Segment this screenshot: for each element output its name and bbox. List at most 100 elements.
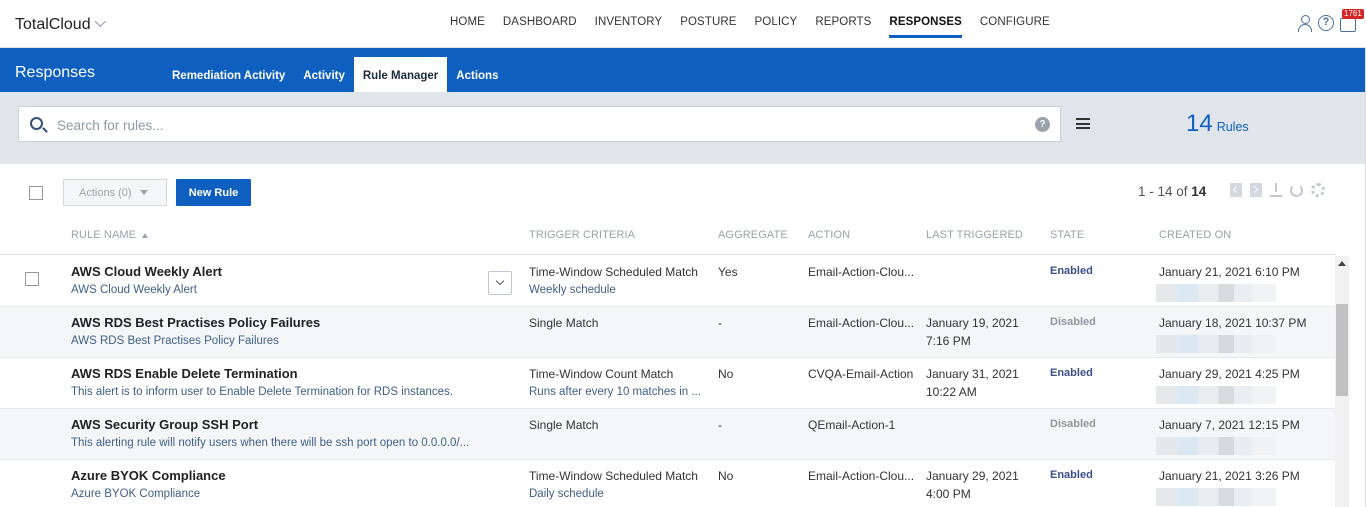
table-row[interactable]: AWS RDS Enable Delete Termination This a… xyxy=(0,358,1335,409)
table-row[interactable]: AWS RDS Best Practises Policy Failures A… xyxy=(0,307,1335,358)
state-badge: Disabled xyxy=(1050,418,1096,430)
table-body: AWS Cloud Weekly Alert AWS Cloud Weekly … xyxy=(0,256,1335,507)
scroll-up-icon[interactable] xyxy=(1338,261,1346,266)
col-rule-name[interactable]: RULE NAME xyxy=(71,229,149,241)
notification-badge: 1761 xyxy=(1342,9,1364,19)
rule-description: Azure BYOK Compliance xyxy=(71,488,201,500)
last-triggered-date: January 31, 2021 xyxy=(926,367,1019,381)
trigger-detail: Runs after every 10 matches in ... xyxy=(529,386,701,398)
col-state[interactable]: STATE xyxy=(1050,229,1084,241)
trigger-detail: Daily schedule xyxy=(529,488,604,500)
col-created-on[interactable]: CREATED ON xyxy=(1159,229,1231,241)
action: QEmail-Action-1 xyxy=(808,418,896,432)
search-input[interactable] xyxy=(57,115,1017,135)
rule-description: This alert is to inform user to Enable D… xyxy=(71,386,454,398)
section-tabs: Remediation Activity Activity Rule Manag… xyxy=(163,57,507,92)
rule-description: This alerting rule will notify users whe… xyxy=(71,437,470,449)
nav-responses[interactable]: RESPONSES xyxy=(880,0,970,48)
scroll-thumb[interactable] xyxy=(1336,304,1348,396)
actions-dropdown[interactable]: Actions (0) xyxy=(63,179,167,206)
rule-name[interactable]: Azure BYOK Compliance xyxy=(71,467,226,485)
tab-remediation-activity[interactable]: Remediation Activity xyxy=(163,57,294,92)
search-box: ? xyxy=(18,106,1061,142)
last-triggered-date: January 19, 2021 xyxy=(926,316,1019,330)
table-row[interactable]: Azure BYOK Compliance Azure BYOK Complia… xyxy=(0,460,1335,507)
action: CVQA-Email-Action xyxy=(808,367,914,381)
nav-configure[interactable]: CONFIGURE xyxy=(971,0,1059,48)
table-row[interactable]: AWS Security Group SSH Port This alertin… xyxy=(0,409,1335,460)
search-icon xyxy=(30,117,43,130)
row-expand-button[interactable] xyxy=(488,271,512,295)
search-help-icon[interactable]: ? xyxy=(1035,117,1050,132)
pagination-controls xyxy=(1230,183,1325,197)
nav-reports[interactable]: REPORTS xyxy=(806,0,880,48)
chevron-down-icon xyxy=(94,15,106,28)
gear-icon[interactable] xyxy=(1311,183,1325,197)
rule-name[interactable]: AWS Security Group SSH Port xyxy=(71,416,258,434)
aggregate: Yes xyxy=(718,265,738,279)
top-icons: ? 1761 xyxy=(1298,9,1364,32)
row-checkbox[interactable] xyxy=(25,272,39,286)
rule-name[interactable]: AWS RDS Enable Delete Termination xyxy=(71,365,298,383)
notification-icon[interactable]: 1761 xyxy=(1340,9,1364,32)
brand-menu[interactable]: TotalCloud xyxy=(15,15,106,34)
trigger-criteria: Time-Window Scheduled Match xyxy=(529,469,698,483)
last-triggered-time: 7:16 PM xyxy=(926,334,971,348)
prev-page-icon[interactable] xyxy=(1230,183,1242,197)
section-header: Responses Remediation Activity Activity … xyxy=(0,48,1366,92)
help-icon[interactable]: ? xyxy=(1318,15,1334,31)
rule-description: AWS Cloud Weekly Alert xyxy=(71,284,197,296)
nav-inventory[interactable]: INVENTORY xyxy=(586,0,672,48)
rule-count-number: 14 xyxy=(1186,110,1213,137)
col-last-triggered[interactable]: LAST TRIGGERED xyxy=(926,229,1023,241)
user-icon[interactable] xyxy=(1298,14,1312,32)
nav-posture[interactable]: POSTURE xyxy=(671,0,745,48)
redacted-creator xyxy=(1156,335,1276,353)
select-all-checkbox[interactable] xyxy=(29,186,43,200)
rule-count: 14 Rules xyxy=(1186,110,1249,138)
col-trigger-criteria[interactable]: TRIGGER CRITERIA xyxy=(529,229,635,241)
trigger-criteria: Single Match xyxy=(529,418,599,432)
state-badge: Enabled xyxy=(1050,469,1093,481)
trigger-criteria: Time-Window Scheduled Match xyxy=(529,265,698,279)
nav-policy[interactable]: POLICY xyxy=(746,0,807,48)
next-page-icon[interactable] xyxy=(1250,183,1262,197)
trigger-criteria: Single Match xyxy=(529,316,599,330)
created-on: January 7, 2021 12:15 PM xyxy=(1159,418,1300,432)
col-action[interactable]: ACTION xyxy=(808,229,850,241)
created-on: January 29, 2021 4:25 PM xyxy=(1159,367,1300,381)
aggregate: - xyxy=(718,418,722,432)
refresh-icon[interactable] xyxy=(1290,183,1303,197)
table-scrollbar[interactable] xyxy=(1335,256,1349,507)
tab-activity[interactable]: Activity xyxy=(294,57,354,92)
main-nav: HOME DASHBOARD INVENTORY POSTURE POLICY … xyxy=(441,0,1059,48)
rule-count-label: Rules xyxy=(1216,120,1249,134)
trigger-detail: Weekly schedule xyxy=(529,284,616,296)
brand-name: TotalCloud xyxy=(15,16,91,33)
rule-name[interactable]: AWS Cloud Weekly Alert xyxy=(71,263,222,281)
rule-description: AWS RDS Best Practises Policy Failures xyxy=(71,335,279,347)
hamburger-menu-icon[interactable] xyxy=(1076,118,1090,129)
last-triggered-time: 4:00 PM xyxy=(926,487,971,501)
table-header: RULE NAME TRIGGER CRITERIA AGGREGATE ACT… xyxy=(0,220,1335,255)
actions-label: Actions (0) xyxy=(79,186,132,199)
col-aggregate[interactable]: AGGREGATE xyxy=(718,229,788,241)
section-title: Responses xyxy=(15,64,96,81)
nav-dashboard[interactable]: DASHBOARD xyxy=(494,0,586,48)
download-icon[interactable] xyxy=(1270,183,1282,197)
rule-name[interactable]: AWS RDS Best Practises Policy Failures xyxy=(71,314,320,332)
redacted-creator xyxy=(1156,386,1276,404)
redacted-creator xyxy=(1156,488,1276,506)
redacted-creator xyxy=(1156,284,1276,302)
table-row[interactable]: AWS Cloud Weekly Alert AWS Cloud Weekly … xyxy=(0,256,1335,307)
state-badge: Enabled xyxy=(1050,367,1093,379)
action: Email-Action-Clou... xyxy=(808,265,915,279)
caret-down-icon xyxy=(139,190,148,196)
nav-home[interactable]: HOME xyxy=(441,0,494,48)
tab-rule-manager[interactable]: Rule Manager xyxy=(353,57,448,92)
tab-actions[interactable]: Actions xyxy=(447,57,507,92)
new-rule-button[interactable]: New Rule xyxy=(176,179,251,206)
aggregate: No xyxy=(718,469,734,483)
pagination-range: 1 - 14 of xyxy=(1138,184,1188,199)
pagination-info: 1 - 14 of 14 xyxy=(1138,184,1206,199)
